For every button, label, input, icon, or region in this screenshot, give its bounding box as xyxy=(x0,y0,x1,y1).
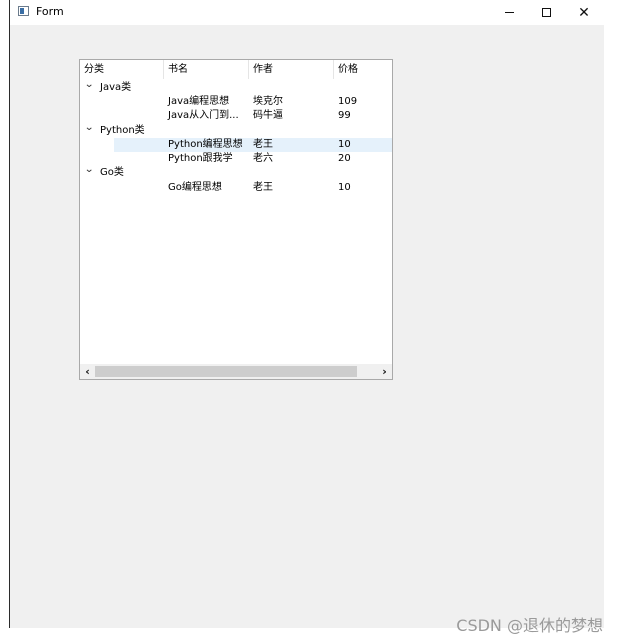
book-author-cell: 码牛逼 xyxy=(253,110,283,121)
book-author-cell: 埃克尔 xyxy=(253,96,283,107)
tree-book-row[interactable]: Python编程思想 老王 10 xyxy=(80,138,392,152)
close-button[interactable]: ✕ xyxy=(565,0,603,25)
tree-book-row[interactable]: Go编程思想 老王 10 xyxy=(80,181,392,195)
book-title-cell: Java编程思想 xyxy=(168,96,230,107)
scroll-right-icon[interactable]: › xyxy=(377,364,392,379)
tree-book-row[interactable]: Java编程思想 埃克尔 109 xyxy=(80,95,392,109)
category-label: Python类 xyxy=(100,125,145,136)
tree-category-row[interactable]: ⌄ Python类 xyxy=(80,121,392,138)
expand-chevron-icon[interactable]: ⌄ xyxy=(84,121,94,135)
scroll-thumb[interactable] xyxy=(95,366,357,377)
book-author-cell: 老王 xyxy=(253,182,273,193)
minimize-button[interactable] xyxy=(490,0,528,25)
book-title-cell: Java从入门到... xyxy=(168,110,239,121)
category-label: Go类 xyxy=(100,167,124,178)
window-icon xyxy=(18,6,29,16)
book-price-cell: 10 xyxy=(338,139,351,150)
watermark: CSDN @退休的梦想 xyxy=(456,616,603,635)
close-icon: ✕ xyxy=(578,4,590,21)
book-tree-widget[interactable]: 分类 书名 作者 价格 ⌄ Java类 Java编程思想 埃克尔 109 Java从入门到… xyxy=(79,59,393,380)
header-author[interactable]: 作者 xyxy=(249,60,334,79)
maximize-icon xyxy=(541,8,551,17)
tree-book-row[interactable]: Python跟我学 老六 20 xyxy=(80,152,392,166)
book-price-cell: 20 xyxy=(338,153,351,164)
book-price-cell: 99 xyxy=(338,110,351,121)
book-title-cell: Python编程思想 xyxy=(168,139,243,150)
header-price[interactable]: 价格 xyxy=(334,60,392,79)
header-category[interactable]: 分类 xyxy=(80,60,164,79)
tree-category-row[interactable]: ⌄ Java类 xyxy=(80,78,392,95)
window-title: Form xyxy=(36,5,64,18)
expand-chevron-icon[interactable]: ⌄ xyxy=(84,78,94,92)
book-title-cell: Go编程思想 xyxy=(168,182,222,193)
expand-chevron-icon[interactable]: ⌄ xyxy=(84,163,94,177)
tree-category-row[interactable]: ⌄ Go类 xyxy=(80,163,392,180)
form-window: Form ✕ 分类 书名 作者 价格 ⌄ Java类 Java编程思想 埃克尔 109 J… xyxy=(9,0,605,628)
title-bar[interactable]: Form ✕ xyxy=(10,0,605,25)
book-author-cell: 老王 xyxy=(253,139,273,150)
category-label: Java类 xyxy=(100,82,132,93)
book-author-cell: 老六 xyxy=(253,153,273,164)
maximize-button[interactable] xyxy=(527,0,565,25)
book-price-cell: 10 xyxy=(338,182,351,193)
header-title[interactable]: 书名 xyxy=(164,60,249,79)
tree-book-row[interactable]: Java从入门到... 码牛逼 99 xyxy=(80,109,392,123)
tree-header: 分类 书名 作者 价格 xyxy=(80,60,392,79)
scroll-left-icon[interactable]: ‹ xyxy=(80,364,95,379)
minimize-icon xyxy=(504,12,514,13)
horizontal-scrollbar[interactable]: ‹ › xyxy=(80,364,392,379)
book-title-cell: Python跟我学 xyxy=(168,153,233,164)
book-price-cell: 109 xyxy=(338,96,358,107)
